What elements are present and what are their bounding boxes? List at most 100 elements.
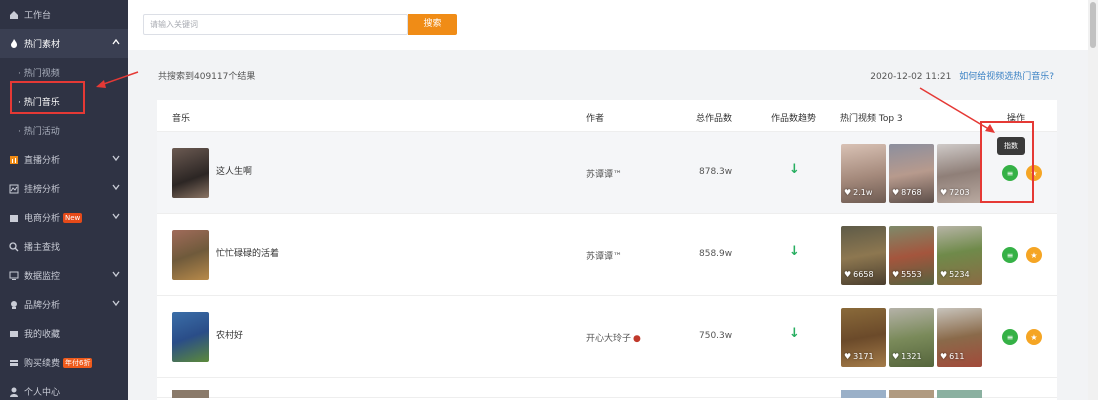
list-icon: ≡ [1006,250,1014,260]
video-thumb[interactable] [889,390,934,398]
meta-right: 2020-12-02 11:21 如何给视频选热门音乐? [870,69,1054,82]
new-badge: New [63,212,83,223]
table-row[interactable]: 忙忙碌碌的活着 苏谭谭™ 858.9w ↓ ♥ 6658 ♥ 5553 ♥ 5234 … [157,214,1057,296]
favorite-button[interactable]: ★ [1026,247,1042,263]
star-icon: ★ [1030,250,1038,260]
sidebar-item-streamer-search[interactable]: 播主查找 [0,232,128,261]
video-thumb[interactable]: ♥ 6658 [841,226,886,285]
scroll-thumb[interactable] [1090,2,1096,48]
song-cover[interactable] [172,312,209,362]
sidebar-item-label: 挂榜分析 [24,185,61,195]
author-name[interactable]: 开心大玲子 ● [586,331,641,344]
sidebar-item-label: 直播分析 [24,156,61,166]
chevron-down-icon [112,183,120,191]
video-thumb[interactable]: ♥ 5234 [937,226,982,285]
video-thumb[interactable]: ♥ 5553 [889,226,934,285]
heart-icon: ♥ [940,188,948,197]
sidebar-item-rank-analysis[interactable]: 挂榜分析 [0,174,128,203]
trend-down-icon: ↓ [789,162,800,177]
heart-icon: ♥ [892,188,900,197]
sidebar-item-my-collection[interactable]: 我的收藏 [0,319,128,348]
sidebar-item-live-analysis[interactable]: 直播分析 [0,145,128,174]
top-videos: ♥ 2.1w ♥ 8768 ♥ 7203 [841,144,982,203]
header-music: 音乐 [172,114,191,124]
sidebar-item-data-monitor[interactable]: 数据监控 [0,261,128,290]
heart-icon: ♥ [940,270,948,279]
sidebar-item-label: 播主查找 [24,243,61,253]
header-trend: 作品数趋势 [771,114,817,124]
brand-icon [9,300,19,310]
table-row[interactable]: 这人生啊 苏谭谭™ 878.3w ↓ ♥ 2.1w ♥ 8768 ♥ 7203 ≡ ★ [157,132,1057,214]
search-icon [9,241,19,252]
video-thumb[interactable]: ♥ 1321 [889,308,934,367]
song-cover[interactable] [172,148,209,198]
heart-icon: ♥ [844,270,852,279]
list-icon: ≡ [1006,332,1014,342]
heart-icon: ♥ [892,270,900,279]
author-name[interactable]: 苏谭谭™ [586,167,622,180]
sidebar-item-label: 热门素材 [24,40,61,50]
song-title[interactable]: 农村好 [216,328,243,341]
sidebar-item-workbench[interactable]: 工作台 [0,0,128,29]
highlight-box-actions [980,121,1034,203]
sidebar-sub-hot-activity[interactable]: · 热门活动 [0,116,128,145]
table-row[interactable] [157,378,1057,398]
song-cover[interactable] [172,230,209,280]
sidebar-item-ecommerce[interactable]: 电商分析 New [0,203,128,232]
total-works: 750.3w [699,331,733,341]
chevron-down-icon [112,270,120,278]
sidebar-item-user-center[interactable]: 个人中心 [0,377,128,400]
video-thumb[interactable]: ♥ 8768 [889,144,934,203]
table-row[interactable]: 农村好 开心大玲子 ● 750.3w ↓ ♥ 3171 ♥ 1321 ♥ 611 ≡ ★ [157,296,1057,378]
total-works: 858.9w [699,249,733,259]
search-button[interactable]: 搜索 [408,14,457,35]
heart-icon: ♥ [892,352,900,361]
row-actions: ≡ ★ [1002,329,1042,345]
sidebar: 工作台 热门素材 · 热门视频 · 热门音乐 · 热门活动 直播分析 挂榜分析 … [0,0,128,400]
header-total: 总作品数 [696,114,733,124]
heart-icon: ♥ [844,352,852,361]
help-link[interactable]: 如何给视频选热门音乐? [959,72,1054,82]
sidebar-item-hot-material[interactable]: 热门素材 [0,29,128,58]
lips-icon: ● [633,334,641,344]
header-top-videos: 热门视频 Top 3 [840,114,903,124]
sidebar-item-brand-analysis[interactable]: 品牌分析 [0,290,128,319]
total-works: 878.3w [699,167,733,177]
sidebar-item-label: 工作台 [24,11,52,21]
chevron-down-icon [112,212,120,220]
heart-icon: ♥ [940,352,948,361]
index-button[interactable]: ≡ [1002,247,1018,263]
chevron-up-icon [112,38,120,46]
sidebar-item-purchase[interactable]: 购买续费 年付6折 [0,348,128,377]
video-thumb[interactable] [841,390,886,398]
sidebar-item-label: 电商分析 [24,214,61,224]
top-bar: 请输入关键词 搜索 [128,0,1088,50]
row-actions: ≡ ★ [1002,247,1042,263]
chevron-down-icon [112,154,120,162]
song-title[interactable]: 忙忙碌碌的活着 [216,246,279,259]
bar-icon [9,184,19,194]
top-videos: ♥ 3171 ♥ 1321 ♥ 611 [841,308,982,367]
video-thumb[interactable]: ♥ 2.1w [841,144,886,203]
index-button[interactable]: ≡ [1002,329,1018,345]
sidebar-item-label: 品牌分析 [24,301,61,311]
sidebar-item-label: 个人中心 [24,388,61,398]
collection-icon [9,329,19,339]
trend-down-icon: ↓ [789,244,800,259]
sidebar-item-label: 数据监控 [24,272,61,282]
heart-icon: ♥ [844,188,852,197]
sidebar-item-label: 我的收藏 [24,330,61,340]
scrollbar[interactable] [1088,0,1098,400]
cart-icon [9,213,19,223]
song-title[interactable]: 这人生啊 [216,164,252,177]
video-thumb[interactable]: ♥ 611 [937,308,982,367]
author-name[interactable]: 苏谭谭™ [586,249,622,262]
search-input[interactable]: 请输入关键词 [143,14,408,35]
top-videos: ♥ 6658 ♥ 5553 ♥ 5234 [841,226,982,285]
video-thumb[interactable] [937,390,982,398]
favorite-button[interactable]: ★ [1026,329,1042,345]
music-table: 音乐 作者 总作品数 作品数趋势 热门视频 Top 3 操作 这人生啊 苏谭谭™… [157,100,1057,400]
video-thumb[interactable]: ♥ 3171 [841,308,886,367]
video-thumb[interactable]: ♥ 7203 [937,144,982,203]
song-cover[interactable] [172,390,209,398]
